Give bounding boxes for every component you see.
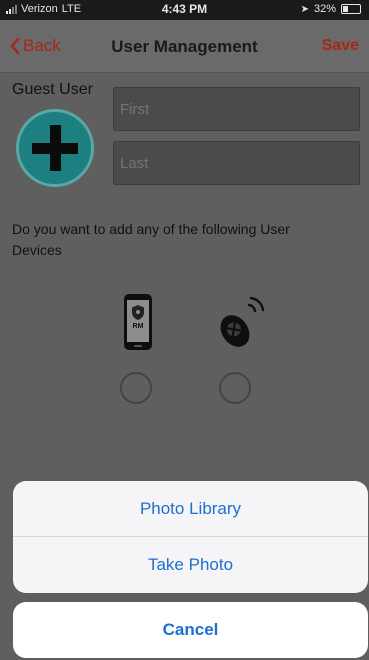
photo-library-button[interactable]: Photo Library [13, 481, 368, 537]
guest-user-label: Guest User [12, 81, 93, 98]
cancel-button[interactable]: Cancel [13, 602, 368, 658]
add-photo-button[interactable] [16, 109, 94, 187]
page-title: User Management [111, 37, 258, 56]
status-bar: Verizon LTE 4:43 PM ➤ 32% [0, 0, 369, 20]
last-name-field[interactable] [113, 141, 360, 185]
action-sheet: Photo Library Take Photo [13, 481, 368, 593]
battery-percent: 32% [313, 3, 336, 15]
phone-device-icon: RM [124, 294, 152, 350]
location-icon: ➤ [300, 3, 309, 15]
devices-question: Do you want to add any of the following … [12, 221, 290, 258]
key-fob-icon [220, 296, 265, 347]
phone-badge-text: RM [133, 323, 144, 330]
save-button[interactable]: Save [322, 37, 359, 55]
first-name-field[interactable] [113, 87, 360, 131]
battery-icon [341, 4, 361, 14]
navigation-bar: Back User Management Save [0, 20, 369, 73]
key-fob-radio[interactable] [219, 372, 251, 404]
phone-device-radio[interactable] [120, 372, 152, 404]
take-photo-button[interactable]: Take Photo [13, 537, 368, 593]
